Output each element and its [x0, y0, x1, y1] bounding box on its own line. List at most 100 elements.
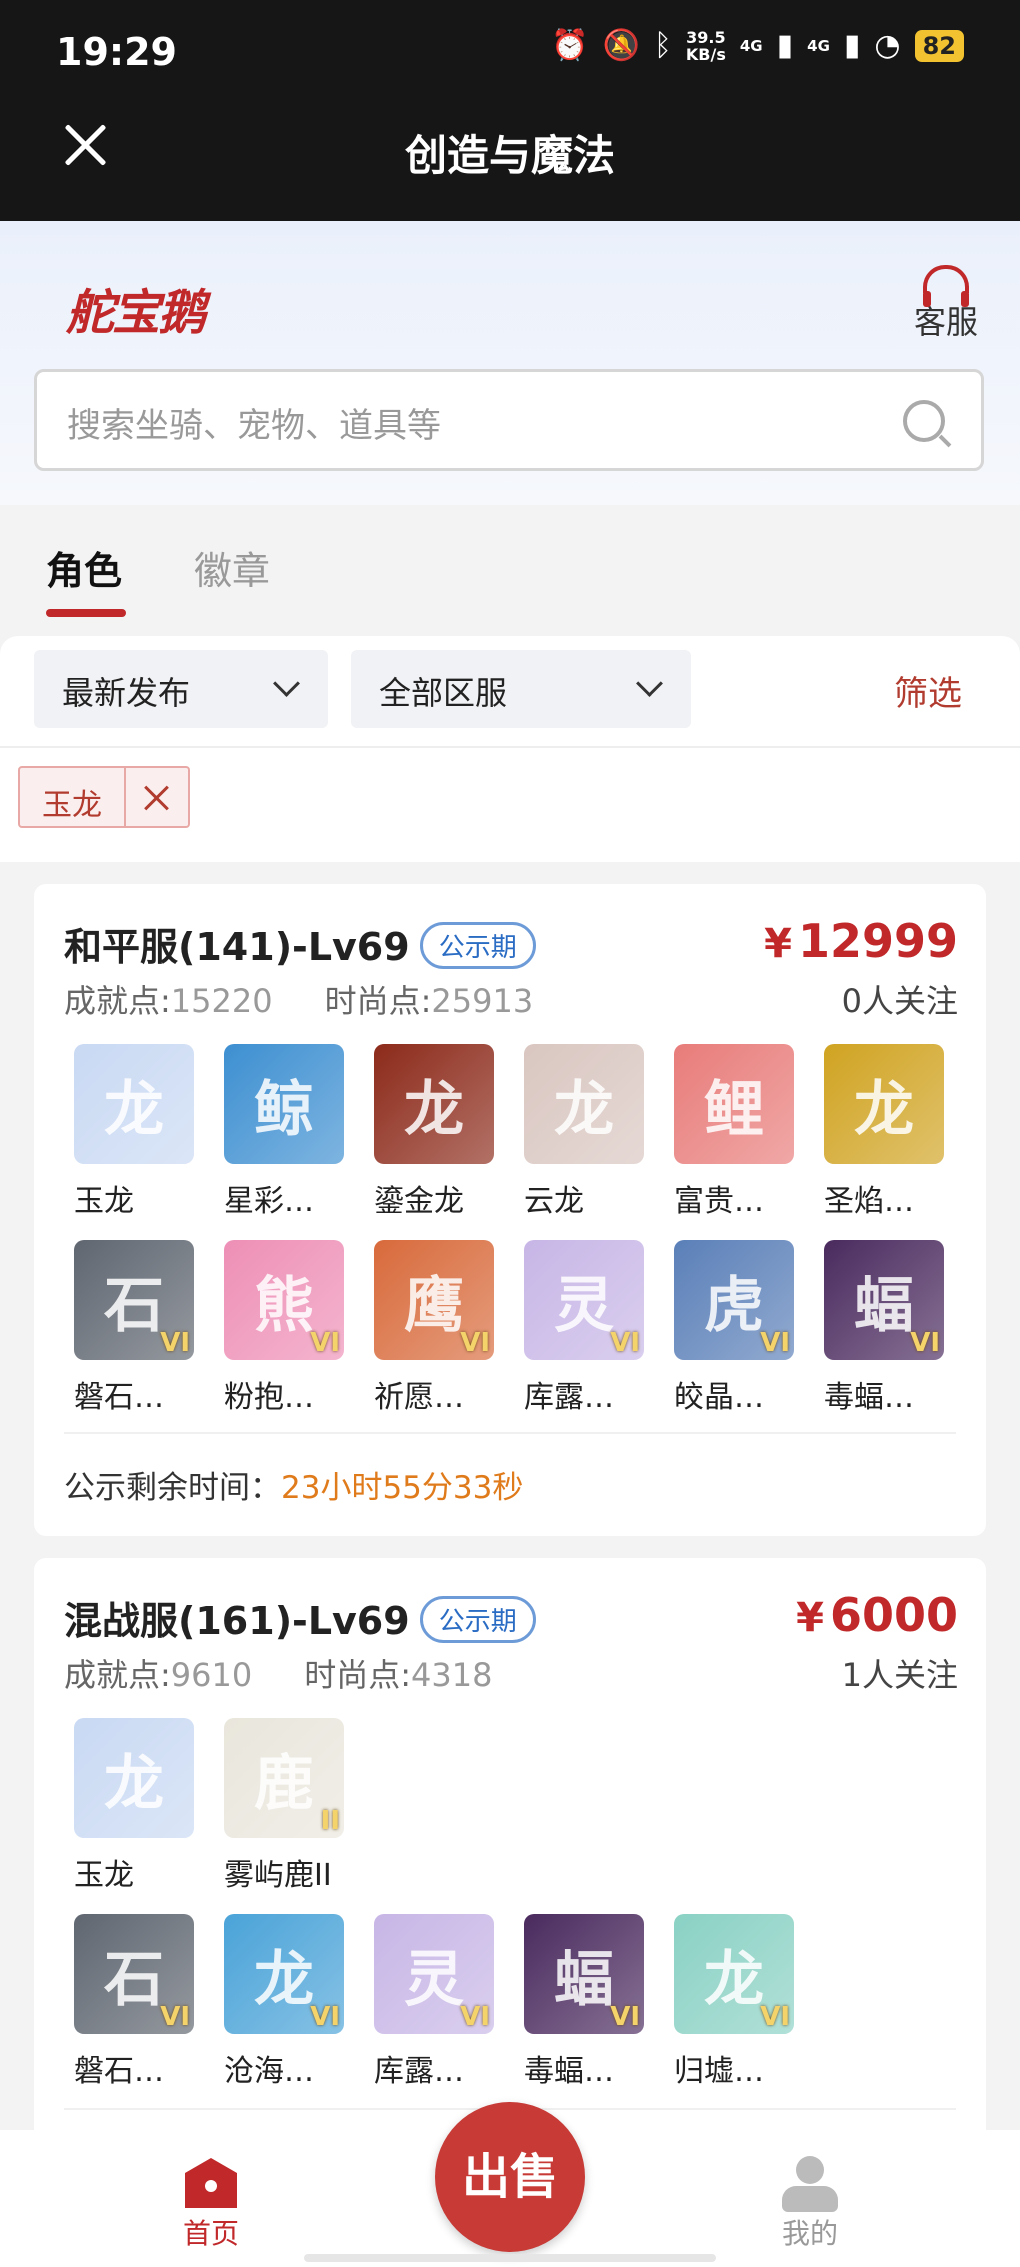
item-image: 灵 VI: [374, 1914, 494, 2034]
filter-tag-label: 玉龙: [20, 768, 126, 826]
item-thumb[interactable]: 蝠 VI 毒蝠…: [824, 1240, 954, 1416]
item-glyph: 龙: [104, 1748, 164, 1819]
signal-icon: ▮: [776, 28, 794, 63]
item-level-badge: VI: [460, 1328, 490, 1358]
item-image: 龙: [824, 1044, 944, 1164]
listing-title: 和平服(141)-Lv69 公示期: [64, 916, 536, 971]
status-badge: 公示期: [419, 922, 536, 969]
item-image: 鹰 VI: [374, 1240, 494, 1360]
item-level-badge: VI: [610, 1328, 640, 1358]
listing-card[interactable]: 和平服(141)-Lv69 公示期 成就点:15220 时尚点:25913 ¥129…: [34, 884, 986, 1536]
item-thumb[interactable]: 石 VI 磐石…: [74, 1240, 204, 1416]
bottom-nav: 首页 出售 我的: [0, 2102, 1020, 2267]
home-icon: [185, 2158, 237, 2208]
item-name: 归墟…: [674, 2054, 764, 2089]
item-level-badge: VI: [910, 1328, 940, 1358]
item-level-badge: VI: [760, 1328, 790, 1358]
item-name: 富贵…: [674, 1184, 764, 1219]
item-thumb[interactable]: 熊 VI 粉抱…: [224, 1240, 354, 1416]
item-name: 毒蝠…: [524, 2054, 614, 2089]
item-image: 龙 VI: [674, 1914, 794, 2034]
item-thumb[interactable]: 龙玉龙: [74, 1044, 204, 1220]
alarm-icon: ⏰: [551, 28, 589, 63]
server-label: 全部区服: [379, 674, 508, 712]
tab-badge[interactable]: 徽章: [194, 540, 270, 595]
item-name: 毒蝠…: [824, 1380, 914, 1415]
item-image: 龙: [374, 1044, 494, 1164]
sell-button[interactable]: 出售: [435, 2102, 585, 2252]
status-badge: 公示期: [419, 1596, 536, 1643]
item-thumb[interactable]: 龙 VI 归墟…: [674, 1914, 804, 2090]
item-level-badge: VI: [160, 1328, 190, 1358]
item-thumb[interactable]: 蝠 VI 毒蝠…: [524, 1914, 654, 2090]
item-thumb[interactable]: 龙鎏金龙: [374, 1044, 504, 1220]
signal-4g-1: 4G: [739, 36, 763, 55]
item-image: 熊 VI: [224, 1240, 344, 1360]
brand-logo[interactable]: 舵宝鹅: [66, 273, 206, 343]
item-thumb[interactable]: 鲸星彩…: [224, 1044, 354, 1220]
item-name: 祈愿…: [374, 1380, 464, 1415]
tab-role[interactable]: 角色: [46, 540, 127, 617]
item-thumb[interactable]: 鲤富贵…: [674, 1044, 804, 1220]
item-name: 雾屿鹿II: [224, 1858, 332, 1893]
item-glyph: 鲤: [704, 1074, 764, 1145]
item-image: 鲤: [674, 1044, 794, 1164]
item-thumb[interactable]: 龙云龙: [524, 1044, 654, 1220]
filter-button[interactable]: 筛选: [894, 666, 962, 715]
item-thumb[interactable]: 灵 VI 库露…: [374, 1914, 504, 2090]
page-title: 创造与魔法: [404, 131, 615, 180]
item-thumb[interactable]: 鹰 VI 祈愿…: [374, 1240, 504, 1416]
divider: [0, 746, 1020, 748]
listing-price: ¥12999: [764, 914, 958, 968]
customer-service-button[interactable]: 客服: [908, 265, 984, 343]
network-speed: 39.5 KB/s: [685, 27, 726, 64]
listing-card[interactable]: 混战服(161)-Lv69 公示期 成就点:9610 时尚点:4318 ¥6000 …: [34, 1558, 986, 2158]
nav-home-label: 首页: [182, 2217, 239, 2250]
listing-stats: 成就点:9610 时尚点:4318: [64, 1656, 493, 1694]
item-thumb[interactable]: 灵 VI 库露…: [524, 1240, 654, 1416]
item-level-badge: II: [320, 1806, 340, 1836]
item-level-badge: VI: [160, 2002, 190, 2032]
item-name: 星彩…: [224, 1184, 314, 1219]
item-glyph: 龙: [854, 1074, 914, 1145]
item-name: 磐石…: [74, 2054, 164, 2089]
item-image: 石 VI: [74, 1914, 194, 2034]
chevron-down-icon: [273, 670, 300, 697]
item-thumb[interactable]: 石 VI 磐石…: [74, 1914, 204, 2090]
item-level-badge: VI: [310, 1328, 340, 1358]
item-level-badge: VI: [460, 2002, 490, 2032]
item-image: 龙: [74, 1044, 194, 1164]
remove-tag-icon[interactable]: [126, 768, 188, 826]
service-label: 客服: [913, 303, 978, 341]
search-icon[interactable]: [903, 400, 945, 442]
nav-me[interactable]: 我的: [772, 2156, 848, 2252]
item-image: 虎 VI: [674, 1240, 794, 1360]
home-indicator[interactable]: [304, 2254, 716, 2262]
sort-label: 最新发布: [62, 674, 191, 712]
item-thumb[interactable]: 鹿 II 雾屿鹿II: [224, 1718, 354, 1894]
item-image: 龙: [74, 1718, 194, 1838]
item-glyph: 龙: [404, 1074, 464, 1145]
filter-bar: 最新发布 全部区服 筛选 玉龙: [0, 636, 1020, 862]
item-thumb[interactable]: 龙 VI 沧海…: [224, 1914, 354, 2090]
title-bar: 19:29 ⏰ 🔕 ᛒ 39.5 KB/s 4G ▮ 4G ▮ ◔ 82 创造与魔…: [0, 0, 1020, 221]
item-glyph: 龙: [554, 1074, 614, 1145]
divider: [64, 1432, 956, 1434]
item-level-badge: VI: [760, 2002, 790, 2032]
listing-price: ¥6000: [796, 1588, 958, 1642]
bluetooth-icon: ᛒ: [653, 28, 672, 63]
item-thumb[interactable]: 虎 VI 皎晶…: [674, 1240, 804, 1416]
listing-title: 混战服(161)-Lv69 公示期: [64, 1590, 536, 1645]
countdown-value: 23小时55分33秒: [281, 1470, 524, 1506]
search-input[interactable]: 搜索坐骑、宠物、道具等: [34, 369, 984, 471]
item-thumb[interactable]: 龙圣焰…: [824, 1044, 954, 1220]
item-thumb[interactable]: 龙玉龙: [74, 1718, 204, 1894]
signal-4g-2: 4G: [807, 36, 830, 55]
active-filter-tag: 玉龙: [18, 766, 190, 828]
nav-home[interactable]: 首页: [178, 2158, 244, 2252]
sort-dropdown[interactable]: 最新发布: [34, 650, 328, 728]
countdown: 公示剩余时间：23小时55分33秒: [64, 1470, 524, 1506]
battery-level: 82: [914, 29, 964, 62]
server-dropdown[interactable]: 全部区服: [351, 650, 691, 728]
nav-me-label: 我的: [781, 2217, 838, 2250]
